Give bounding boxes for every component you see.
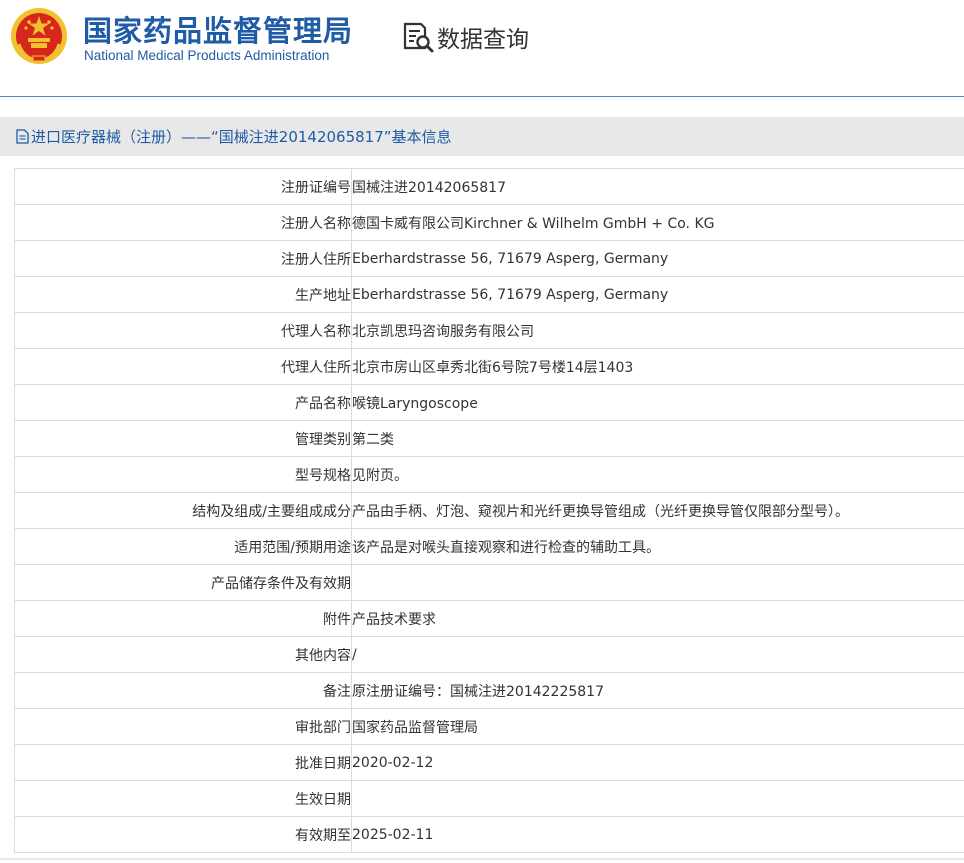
footer-divider [0, 858, 964, 860]
field-label: 管理类别 [14, 420, 352, 457]
field-value: 国械注进20142065817 [351, 168, 964, 205]
field-value: 产品技术要求 [351, 600, 964, 637]
table-row: 注册证编号 国械注进20142065817 [14, 168, 964, 205]
table-row: 代理人住所 北京市房山区卓秀北街6号院7号楼14层1403 [14, 348, 964, 385]
field-value: Eberhardstrasse 56, 71679 Asperg, German… [351, 240, 964, 277]
field-value: 第二类 [351, 420, 964, 457]
field-value: 2025-02-11 [351, 816, 964, 853]
document-icon [16, 129, 29, 144]
field-label: 注册人名称 [14, 204, 352, 241]
table-row: 生产地址 Eberhardstrasse 56, 71679 Asperg, Ge… [14, 276, 964, 313]
field-label: 附件 [14, 600, 352, 637]
field-label: 审批部门 [14, 708, 352, 745]
table-row: 结构及组成/主要组成成分 产品由手柄、灯泡、窥视片和光纤更换导管组成（光纤更换导管… [14, 492, 964, 529]
data-query-label: 数据查询 [437, 27, 529, 53]
field-value: / [351, 636, 964, 673]
site-title-cn[interactable]: 国家药品监督管理局 [83, 8, 353, 50]
table-row: 其他内容 / [14, 636, 964, 673]
detail-table: 注册证编号 国械注进20142065817 注册人名称 德国卡威有限公司Kirchn… [14, 168, 964, 853]
table-row: 有效期至 2025-02-11 [14, 816, 964, 853]
table-row: 审批部门 国家药品监督管理局 [14, 708, 964, 745]
field-value: 原注册证编号：国械注进20142225817 [351, 672, 964, 709]
section-title: 进口医疗器械（注册）——“国械注进20142065817”基本信息 [31, 128, 452, 146]
field-label: 型号规格 [14, 456, 352, 493]
field-value: 2020-02-12 [351, 744, 964, 781]
field-label: 产品名称 [14, 384, 352, 421]
field-label: 生产地址 [14, 276, 352, 313]
field-value: 国家药品监督管理局 [351, 708, 964, 745]
field-value: 见附页。 [351, 456, 964, 493]
field-label: 结构及组成/主要组成成分 [14, 492, 352, 529]
field-label: 注册人住所 [14, 240, 352, 277]
table-row: 产品储存条件及有效期 [14, 564, 964, 601]
field-value: 北京凯思玛咨询服务有限公司 [351, 312, 964, 349]
field-label: 批准日期 [14, 744, 352, 781]
field-value: Eberhardstrasse 56, 71679 Asperg, German… [351, 276, 964, 313]
header-divider [0, 96, 964, 97]
table-row: 注册人住所 Eberhardstrasse 56, 71679 Asperg, G… [14, 240, 964, 277]
field-value: 北京市房山区卓秀北街6号院7号楼14层1403 [351, 348, 964, 385]
field-label: 产品储存条件及有效期 [14, 564, 352, 601]
field-label: 适用范围/预期用途 [14, 528, 352, 565]
section-header: 进口医疗器械（注册）——“国械注进20142065817”基本信息 [0, 117, 964, 156]
field-value [351, 780, 964, 817]
field-value: 该产品是对喉头直接观察和进行检查的辅助工具。 [351, 528, 964, 565]
field-label: 有效期至 [14, 816, 352, 853]
field-value [351, 564, 964, 601]
field-label: 代理人名称 [14, 312, 352, 349]
table-row: 型号规格 见附页。 [14, 456, 964, 493]
table-row: 适用范围/预期用途 该产品是对喉头直接观察和进行检查的辅助工具。 [14, 528, 964, 565]
table-row: 生效日期 [14, 780, 964, 817]
table-row: 产品名称 喉镜Laryngoscope [14, 384, 964, 421]
field-label: 备注 [14, 672, 352, 709]
table-row: 附件 产品技术要求 [14, 600, 964, 637]
table-row: 代理人名称 北京凯思玛咨询服务有限公司 [14, 312, 964, 349]
document-search-icon [403, 22, 434, 53]
site-title-en[interactable]: National Medical Products Administration [84, 48, 329, 63]
data-query-link[interactable]: 数据查询 [401, 20, 529, 54]
field-value: 德国卡威有限公司Kirchner & Wilhelm GmbH + Co. KG [351, 204, 964, 241]
field-label: 其他内容 [14, 636, 352, 673]
field-label: 代理人住所 [14, 348, 352, 385]
site-header: 国家药品监督管理局 National Medical Products Admi… [0, 0, 964, 97]
field-label: 生效日期 [14, 780, 352, 817]
field-value: 喉镜Laryngoscope [351, 384, 964, 421]
table-row: 备注 原注册证编号：国械注进20142225817 [14, 672, 964, 709]
table-row: 批准日期 2020-02-12 [14, 744, 964, 781]
field-value: 产品由手柄、灯泡、窥视片和光纤更换导管组成（光纤更换导管仅限部分型号）。 [351, 492, 964, 529]
table-row: 管理类别 第二类 [14, 420, 964, 457]
field-label: 注册证编号 [14, 168, 352, 205]
national-emblem-icon [11, 8, 67, 64]
table-row: 注册人名称 德国卡威有限公司Kirchner & Wilhelm GmbH + C… [14, 204, 964, 241]
